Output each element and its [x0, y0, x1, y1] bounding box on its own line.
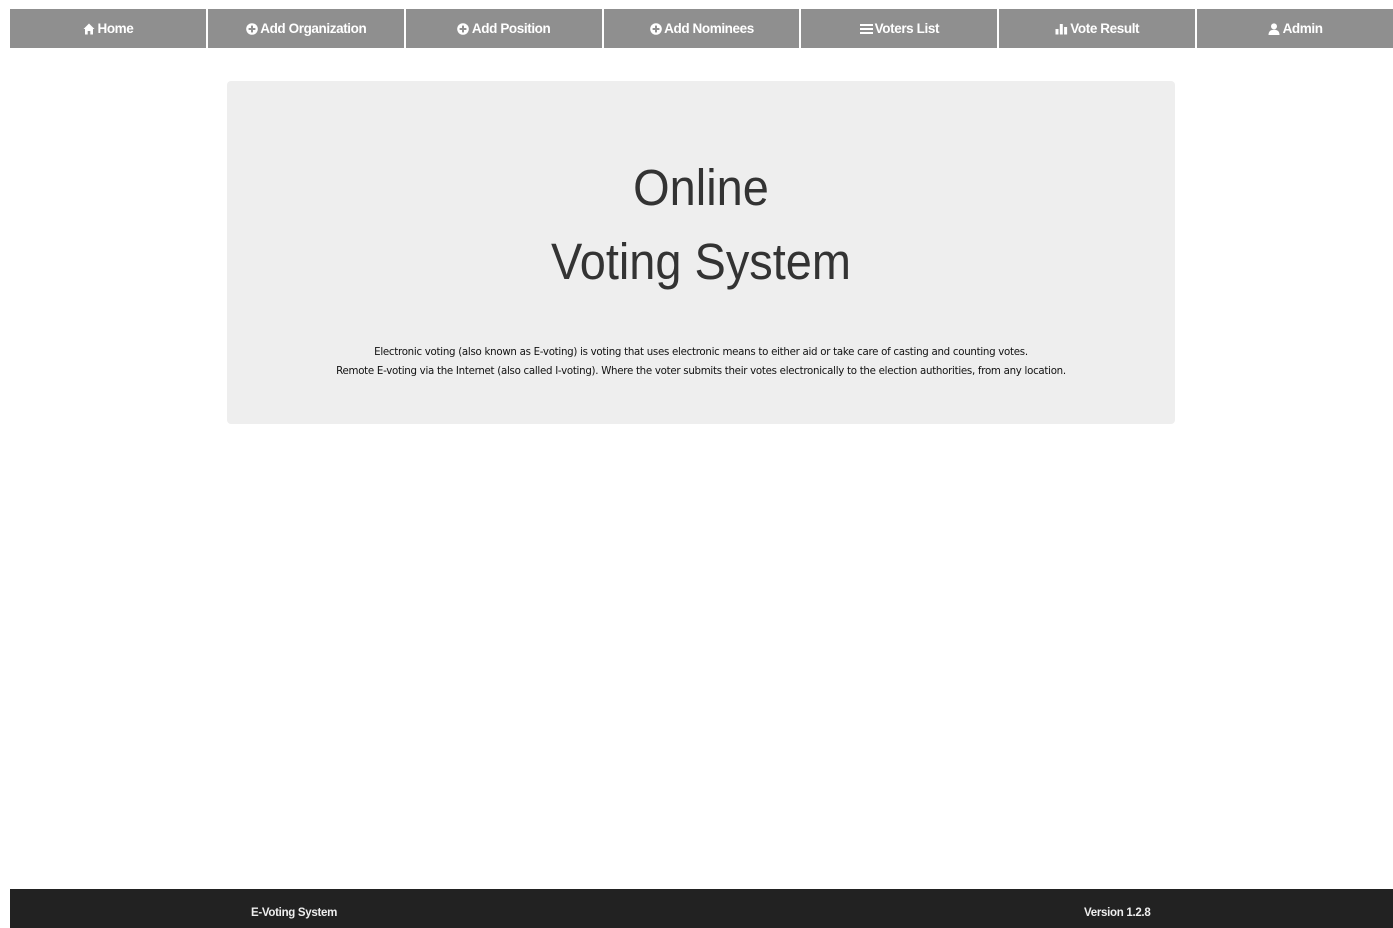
hero-title-line1: Online: [633, 159, 769, 216]
hero-panel: Online Voting System Electronic voting (…: [227, 81, 1175, 424]
nav-home[interactable]: Home: [10, 9, 206, 48]
nav-add-organization[interactable]: Add Organization: [207, 9, 404, 48]
nav-vote-result-label: Vote Result: [1070, 21, 1140, 36]
nav-add-nominees[interactable]: Add Nominees: [603, 9, 800, 48]
nav-vote-result[interactable]: Vote Result: [999, 9, 1196, 48]
home-icon: [82, 22, 95, 35]
page: Home Add Organization Add Position Add N…: [0, 0, 1393, 928]
plus-circle-icon: [457, 22, 470, 35]
nav-add-position[interactable]: Add Position: [405, 9, 602, 48]
nav-admin-label: Admin: [1282, 21, 1323, 36]
nav-voters-list-label: Voters List: [874, 21, 940, 36]
hero-description: Electronic voting (also known as E-votin…: [227, 342, 1175, 380]
top-navbar: Home Add Organization Add Position Add N…: [10, 9, 1393, 48]
list-icon: [859, 22, 873, 35]
plus-circle-icon: [245, 22, 258, 35]
nav-add-nominees-label: Add Nominees: [664, 21, 754, 36]
nav-home-label: Home: [97, 21, 134, 36]
nav-add-organization-label: Add Organization: [260, 21, 367, 36]
footer-app-name: E-Voting System: [251, 907, 338, 919]
nav-voters-list[interactable]: Voters List: [801, 9, 998, 48]
hero-description-line2: Remote E-voting via the Internet (also c…: [336, 364, 1066, 377]
hero-title-line2: Voting System: [551, 233, 851, 290]
footer: E-Voting System Version 1.2.8: [10, 889, 1393, 928]
nav-admin[interactable]: Admin: [1197, 9, 1393, 48]
plus-circle-icon: [649, 22, 662, 35]
footer-version: Version 1.2.8: [1084, 907, 1151, 919]
nav-add-position-label: Add Position: [471, 21, 551, 36]
hero-description-line1: Electronic voting (also known as E-votin…: [374, 345, 1028, 358]
bar-chart-icon: [1055, 22, 1068, 35]
user-icon: [1268, 22, 1281, 35]
